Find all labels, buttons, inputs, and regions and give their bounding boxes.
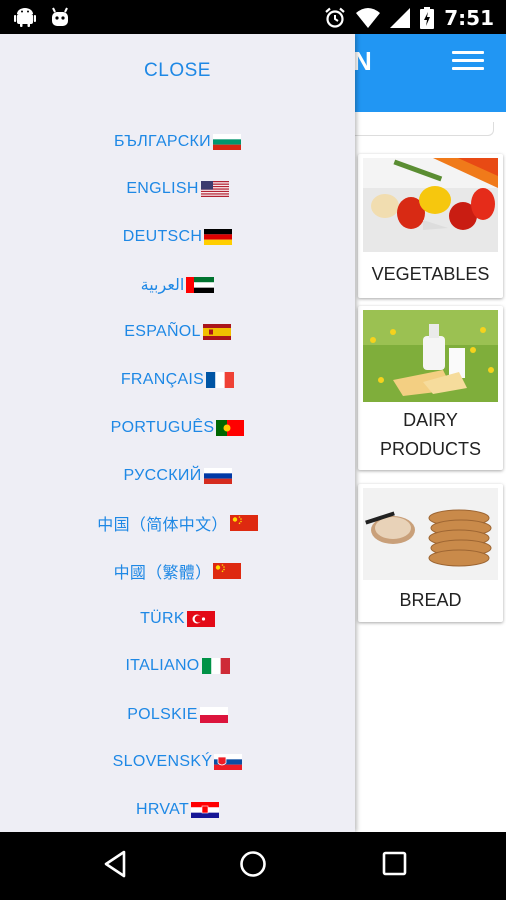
usa-flag-icon [200,181,229,197]
close-button[interactable]: CLOSE [0,60,355,82]
turkey-flag-icon [186,611,215,627]
language-label: POLSKIE [127,706,198,723]
language-item-polish[interactable]: POLSKIE [0,703,355,727]
language-label: РУССКИЙ [123,467,202,484]
language-item-chinese-simplified[interactable]: 中国（简体中文） [0,511,355,535]
language-drawer: CLOSE БЪЛГАРСКИ ENGLISH DEUTSCH العربية [0,34,355,832]
battery-charging-icon [420,7,435,29]
system-navigation-bar [0,832,506,900]
category-card-dairy[interactable]: DAIRY PRODUCTS [358,306,503,470]
status-bar: 7:51 [0,0,506,34]
germany-flag-icon [204,229,233,245]
android-debug-icon [52,7,68,26]
language-label: FRANÇAIS [120,371,205,388]
language-item-spanish[interactable]: ESPAÑOL [0,320,355,344]
signal-icon [390,8,411,28]
language-label: 中国（简体中文） [97,517,228,534]
home-icon[interactable] [239,850,267,878]
status-time: 7:51 [444,6,494,30]
language-item-italian[interactable]: ITALIANO [0,654,355,678]
language-label: ESPAÑOL [124,323,201,340]
wifi-icon [356,8,381,28]
language-label: SLOVENSKÝ [112,753,213,770]
language-label: ITALIANO [125,657,200,674]
italy-flag-icon [201,658,230,674]
language-label: TÜRK [140,610,185,627]
china-flag-icon [213,563,242,579]
language-item-croatian[interactable]: HRVAT [0,798,355,822]
language-item-russian[interactable]: РУССКИЙ [0,464,355,488]
russia-flag-icon [203,468,232,484]
category-label: BREAD [399,590,462,610]
language-label: HRVAT [135,801,190,818]
android-icon [14,8,36,27]
uae-flag-icon [186,277,215,293]
language-label: БЪЛГАРСКИ [114,133,211,150]
language-item-arabic[interactable]: العربية [0,273,355,297]
recents-icon[interactable] [382,850,408,878]
alarm-icon [325,7,345,28]
language-item-german[interactable]: DEUTSCH [0,225,355,249]
poland-flag-icon [199,707,228,723]
china-flag-icon [229,515,258,531]
category-card-vegetables[interactable]: VEGETABLES [358,154,503,298]
language-label: DEUTSCH [122,228,203,245]
language-item-chinese-traditional[interactable]: 中國（繁體） [0,559,355,583]
app-title-fragment: N [353,46,372,76]
language-item-bulgarian[interactable]: БЪЛГАРСКИ [0,130,355,154]
croatia-flag-icon [191,802,220,818]
language-item-turkish[interactable]: TÜRK [0,607,355,631]
language-label: 中國（繁體） [113,565,212,582]
language-item-slovak[interactable]: SLOVENSKÝ [0,750,355,774]
hamburger-menu-icon[interactable] [452,51,484,71]
bulgaria-flag-icon [212,134,241,150]
category-label: VEGETABLES [371,264,490,284]
language-item-portuguese[interactable]: PORTUGUÊS [0,416,355,440]
category-label-line2: PRODUCTS [379,439,481,459]
slovakia-flag-icon [214,754,243,770]
vegetables-image [363,158,498,252]
language-item-english[interactable]: ENGLISH [0,177,355,201]
back-icon[interactable] [102,850,128,878]
language-label: PORTUGUÊS [110,419,215,436]
search-bar[interactable] [340,122,494,136]
language-label: ENGLISH [126,180,199,197]
category-label-line1: DAIRY [403,410,458,430]
spain-flag-icon [202,324,231,340]
dairy-image [363,310,498,402]
language-item-french[interactable]: FRANÇAIS [0,368,355,392]
france-flag-icon [206,372,235,388]
portugal-flag-icon [216,420,245,436]
bread-image [363,488,498,580]
language-label: العربية [140,277,185,294]
category-card-bread[interactable]: BREAD [358,484,503,622]
